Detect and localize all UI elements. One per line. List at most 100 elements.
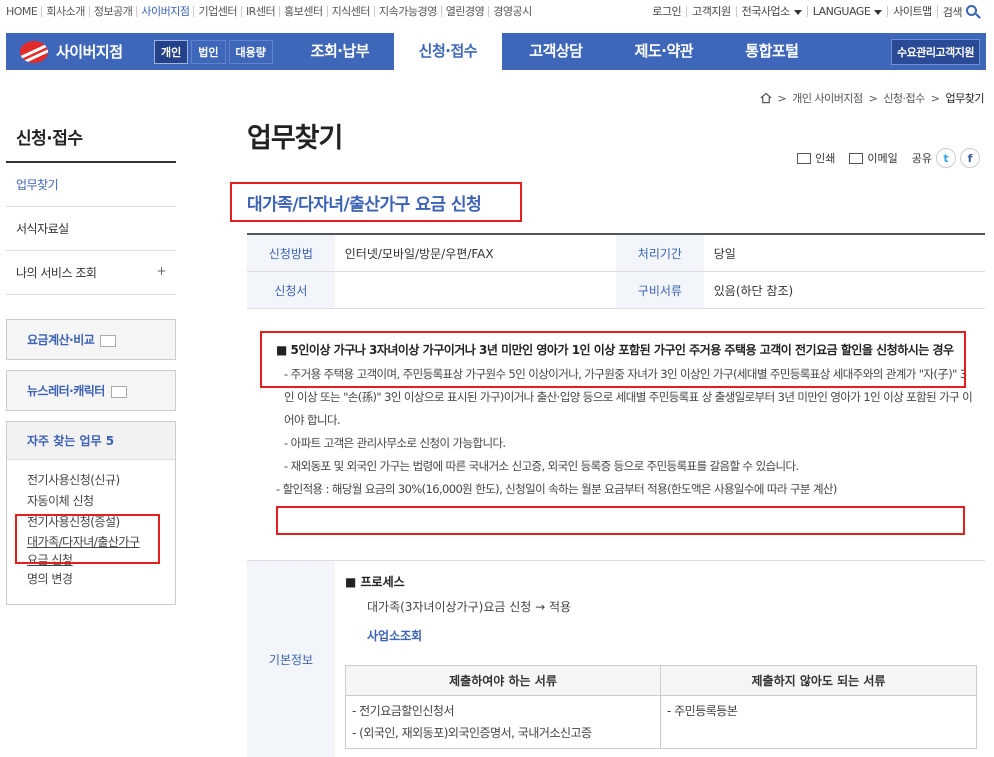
search-icon xyxy=(966,5,977,16)
twitter-icon[interactable]: t xyxy=(936,148,956,168)
login-link[interactable]: 로그인 xyxy=(647,6,686,17)
frequent-item[interactable]: 전기사용신청(신규) xyxy=(27,470,155,491)
branches-dropdown[interactable]: 전국사업소 xyxy=(735,5,807,18)
top-link-sustain[interactable]: 지속가능경영 xyxy=(374,6,441,17)
method-value: 인터넷/모바일/방문/우편/FAX xyxy=(344,246,494,261)
period-value: 당일 xyxy=(713,246,736,261)
top-link-home[interactable]: HOME xyxy=(6,6,41,17)
list-item: - 전기요금할인신청서 xyxy=(352,704,455,718)
demand-support-button[interactable]: 수요관리고객지원 xyxy=(891,39,980,65)
language-label: LANGUAGE xyxy=(812,5,871,18)
breadcrumb-sep: > xyxy=(777,91,787,105)
top-right-links: 로그인 고객지원 전국사업소 LANGUAGE 사이트맵 검색 xyxy=(647,5,982,18)
logo-text: 사이버지점 xyxy=(56,43,123,61)
breadcrumb: > 개인 사이버지점 > 신청·접수 > 업무찾기 xyxy=(760,90,985,106)
chevron-down-icon xyxy=(793,9,802,15)
email-button[interactable]: 이메일 xyxy=(867,150,897,166)
top-utility-bar: HOME 회사소개 정보공개 사이버지점 기업센터 IR센터 홍보센터 지식센터… xyxy=(0,0,994,26)
menu-portal[interactable]: 통합포털 xyxy=(718,33,826,70)
sitemap-link[interactable]: 사이트맵 xyxy=(887,6,936,17)
top-link-disclosure[interactable]: 경영공시 xyxy=(488,6,535,17)
period-label: 처리기간 xyxy=(616,235,704,271)
menu-application[interactable]: 신청·접수 xyxy=(393,33,502,70)
frequent-tasks: 자주 찾는 업무 5 전기사용신청(신규) 자동이체 신청 전기사용신청(증설)… xyxy=(6,421,176,605)
menu-consult[interactable]: 고객상담 xyxy=(502,33,610,70)
list-item: - (외국인, 재외동포)외국인증명서, 국내거소신고증 xyxy=(352,726,592,740)
search-button[interactable]: 검색 xyxy=(936,5,982,18)
breadcrumb-item[interactable]: 신청·접수 xyxy=(883,90,925,106)
logo[interactable]: 사이버지점 xyxy=(6,40,146,63)
page-tools: 인쇄 이메일 공유 t f xyxy=(783,148,980,168)
discount-note: - 할인적용 : 해당월 요금의 30%(16,000원 한도), 신청일이 속… xyxy=(276,482,837,496)
tab-personal[interactable]: 개인 xyxy=(154,39,189,64)
sidebar-item-label: 나의 서비스 조회 xyxy=(16,266,97,280)
eligibility-p2: - 아파트 고객은 관리사무소로 신청이 가능합니다. xyxy=(284,436,506,450)
menu-inquiry-payment[interactable]: 조회·납부 xyxy=(286,33,394,70)
rate-calc-box[interactable]: 요금계산·비교 xyxy=(6,319,176,360)
tab-corporate[interactable]: 법인 xyxy=(191,39,226,64)
basic-info-label: 기본정보 xyxy=(247,561,335,757)
language-dropdown[interactable]: LANGUAGE xyxy=(806,5,888,18)
eligibility-p3: - 재외동포 및 외국인 가구는 법령에 따른 국내거소 신고증, 외국인 등록… xyxy=(284,459,799,473)
top-link-biz[interactable]: 기업센터 xyxy=(193,6,240,17)
highlight-box-discount xyxy=(276,506,965,535)
highlight-box-eligibility xyxy=(260,331,966,388)
office-lookup-link[interactable]: 사업소조회 xyxy=(367,627,571,644)
main-navigation: 사이버지점 개인 법인 대용량 조회·납부 신청·접수 고객상담 제도·약관 통… xyxy=(6,33,986,70)
top-link-open[interactable]: 열린경영 xyxy=(440,6,488,17)
table-row: 신청방법 인터넷/모바일/방문/우편/FAX 처리기간 당일 xyxy=(247,235,985,272)
documents-row: - 전기요금할인신청서 - (외국인, 재외동포)외국인증명서, 국내거소신고증… xyxy=(346,696,976,748)
table-row: 신청서 구비서류 있음(하단 참조) xyxy=(247,272,985,309)
top-link-cyber[interactable]: 사이버지점 xyxy=(136,6,193,17)
rate-calc-label: 요금계산·비교 xyxy=(27,333,95,347)
basic-info-section: 기본정보 ■ 프로세스 대가족(3자녀이상가구)요금 신청 → 적용 사업소조회… xyxy=(247,560,985,757)
method-label: 신청방법 xyxy=(247,235,335,271)
process-title: ■ 프로세스 xyxy=(345,575,405,589)
optional-docs: - 주민등록등본 xyxy=(661,696,976,748)
form-label: 신청서 xyxy=(247,272,335,308)
top-link-pr[interactable]: 홍보센터 xyxy=(279,6,326,17)
newsletter-box[interactable]: 뉴스레터·캐릭터 xyxy=(6,370,176,411)
frequent-item[interactable]: 명의 변경 xyxy=(27,569,155,590)
sidebar-item-forms[interactable]: 서식자료실 xyxy=(6,207,176,251)
email-icon[interactable] xyxy=(849,152,864,164)
sidebar-item-find[interactable]: 업무찾기 xyxy=(6,163,176,207)
sidebar-title: 신청·접수 xyxy=(6,118,176,163)
newsletter-label: 뉴스레터·캐릭터 xyxy=(27,384,105,398)
summary-table: 신청방법 인터넷/모바일/방문/우편/FAX 처리기간 당일 신청서 구비서류 … xyxy=(247,233,985,309)
print-icon[interactable] xyxy=(797,152,812,164)
kepco-logo-icon xyxy=(20,40,48,63)
sidebar-item-myservice[interactable]: 나의 서비스 조회 + xyxy=(6,251,176,295)
tab-large[interactable]: 대용량 xyxy=(228,39,273,64)
frequent-item[interactable]: 자동이체 신청 xyxy=(27,491,155,512)
plus-icon: + xyxy=(156,264,166,278)
process-block: ■ 프로세스 대가족(3자녀이상가구)요금 신청 → 적용 사업소조회 xyxy=(345,573,571,644)
share-label: 공유 xyxy=(911,152,932,165)
docs-value: 있음(하단 참조) xyxy=(713,283,794,298)
frequent-tasks-title: 자주 찾는 업무 5 xyxy=(7,422,175,460)
breadcrumb-sep: > xyxy=(868,91,878,105)
highlight-box-sidebar xyxy=(15,514,160,564)
top-link-info[interactable]: 정보공개 xyxy=(88,6,136,17)
menu-terms[interactable]: 제도·약관 xyxy=(610,33,718,70)
top-link-company[interactable]: 회사소개 xyxy=(41,6,88,17)
breadcrumb-current: 업무찾기 xyxy=(945,92,985,105)
home-icon[interactable] xyxy=(760,92,772,104)
print-button[interactable]: 인쇄 xyxy=(815,150,835,166)
facebook-icon[interactable]: f xyxy=(960,148,980,168)
top-left-links: HOME 회사소개 정보공개 사이버지점 기업센터 IR센터 홍보센터 지식센터… xyxy=(6,6,536,17)
required-docs: - 전기요금할인신청서 - (외국인, 재외동포)외국인증명서, 국내거소신고증 xyxy=(346,696,661,748)
documents-header: 제출하여야 하는 서류 제출하지 않아도 되는 서류 xyxy=(346,666,976,696)
top-link-knowledge[interactable]: 지식센터 xyxy=(326,6,374,17)
breadcrumb-item[interactable]: 개인 사이버지점 xyxy=(792,90,863,106)
chevron-down-icon xyxy=(874,9,883,15)
optional-docs-header: 제출하지 않아도 되는 서류 xyxy=(751,674,886,688)
support-link[interactable]: 고객지원 xyxy=(686,6,735,17)
customer-type-tabs: 개인 법인 대용량 xyxy=(154,39,276,64)
branches-label: 전국사업소 xyxy=(741,5,791,18)
highlight-box-title xyxy=(230,182,522,222)
top-link-ir[interactable]: IR센터 xyxy=(240,6,279,17)
page-title: 업무찾기 xyxy=(247,123,343,154)
required-docs-header: 제출하여야 하는 서류 xyxy=(346,666,661,695)
window-icon xyxy=(110,385,127,398)
